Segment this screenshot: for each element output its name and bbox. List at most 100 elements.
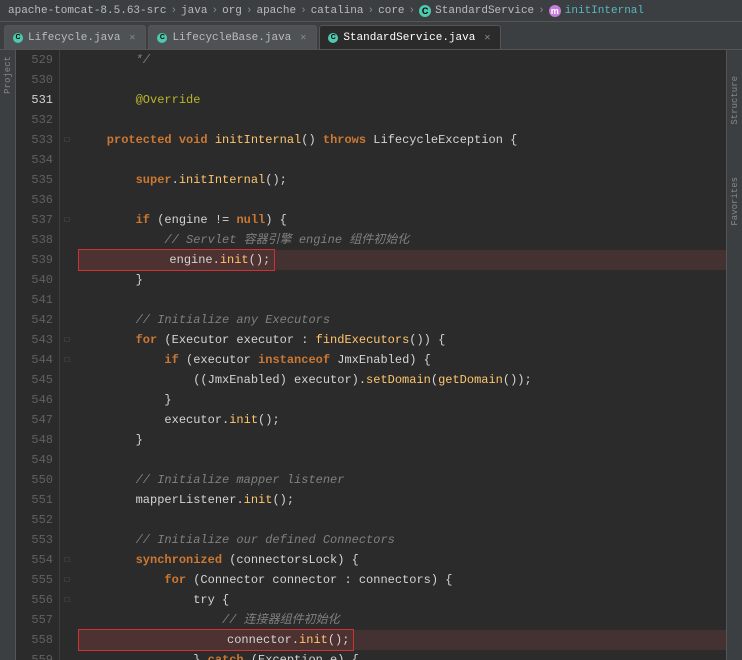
line-num-544: 544 <box>16 350 53 370</box>
line-num-538: 538 <box>16 230 53 250</box>
gutter-549 <box>60 450 74 470</box>
gutter-554: □ <box>60 550 74 570</box>
gutter-531 <box>60 90 74 110</box>
fold-icon-554[interactable]: □ <box>65 556 70 565</box>
code-line-538: // Servlet 容器引擎 engine 组件初始化 <box>78 230 726 250</box>
close-tab-lifecycle[interactable]: ✕ <box>129 32 135 44</box>
line-num-555: 555 <box>16 570 53 590</box>
close-tab-lifecyclebase[interactable]: ✕ <box>300 32 306 44</box>
code-line-550: // Initialize mapper listener <box>78 470 726 490</box>
method-icon: m <box>549 5 561 17</box>
gutter-533: □ <box>60 130 74 150</box>
tab-lifecyclebase[interactable]: C LifecycleBase.java ✕ <box>148 25 317 49</box>
line-num-531: ↑531 <box>16 90 53 110</box>
line-num-546: 546 <box>16 390 53 410</box>
gutter-530 <box>60 70 74 90</box>
code-line-540: } <box>78 270 726 290</box>
tab-label-lifecycle: Lifecycle.java <box>28 32 120 44</box>
gutter-551 <box>60 490 74 510</box>
line-num-530: 530 <box>16 70 53 90</box>
fold-icon-544[interactable]: □ <box>65 356 70 365</box>
line-num-559: 559 <box>16 650 53 660</box>
structure-tab[interactable]: Structure <box>728 70 742 131</box>
title-bar: apache-tomcat-8.5.63-src › java › org › … <box>0 0 742 22</box>
line-num-545: 545 <box>16 370 53 390</box>
gutter-536 <box>60 190 74 210</box>
fold-icon-556[interactable]: □ <box>65 596 70 605</box>
code-line-549 <box>78 450 726 470</box>
line-num-548: 548 <box>16 430 53 450</box>
line-num-557: 557 <box>16 610 53 630</box>
gutter-543: □ <box>60 330 74 350</box>
code-line-557: // 连接器组件初始化 <box>78 610 726 630</box>
fold-icon-537[interactable]: □ <box>65 216 70 225</box>
breadcrumb: apache-tomcat-8.5.63-src › java › org › … <box>8 5 644 17</box>
ide-window: apache-tomcat-8.5.63-src › java › org › … <box>0 0 742 660</box>
code-line-529: */ <box>78 50 726 70</box>
project-tab[interactable]: Project <box>1 50 15 100</box>
code-line-555: for (Connector connector : connectors) { <box>78 570 726 590</box>
code-line-531: @Override <box>78 90 726 110</box>
gutter-558 <box>60 630 74 650</box>
line-num-529: 529 <box>16 50 53 70</box>
close-tab-standardservice[interactable]: ✕ <box>484 32 490 44</box>
gutter-539 <box>60 250 74 270</box>
left-strip: Project <box>0 50 16 660</box>
gutter-546 <box>60 390 74 410</box>
breadcrumb-root: apache-tomcat-8.5.63-src <box>8 5 166 17</box>
tab-label-standardservice: StandardService.java <box>343 32 475 44</box>
line-num-552: 552 <box>16 510 53 530</box>
gutter: □ □ □ □ □ □ □ <box>60 50 74 660</box>
line-num-534: 534 <box>16 150 53 170</box>
gutter-556: □ <box>60 590 74 610</box>
code-line-556: try { <box>78 590 726 610</box>
tab-lifecycle[interactable]: C Lifecycle.java ✕ <box>4 25 146 49</box>
gutter-541 <box>60 290 74 310</box>
line-num-540: 540 <box>16 270 53 290</box>
tab-icon-lifecyclebase: C <box>157 33 167 43</box>
fold-icon-543[interactable]: □ <box>65 336 70 345</box>
code-area[interactable]: */ @Override protected void initInternal… <box>74 50 726 660</box>
gutter-548 <box>60 430 74 450</box>
line-num-535: 535 <box>16 170 53 190</box>
code-line-533: protected void initInternal() throws Lif… <box>78 130 726 150</box>
code-line-534 <box>78 150 726 170</box>
code-line-559: } catch (Exception e) { <box>78 650 726 660</box>
code-line-530 <box>78 70 726 90</box>
code-line-544: if (executor instanceof JmxEnabled) { <box>78 350 726 370</box>
tab-bar: C Lifecycle.java ✕ C LifecycleBase.java … <box>0 22 742 50</box>
line-numbers: 529530↑531532533534535536537538539540541… <box>16 50 60 660</box>
line-num-547: 547 <box>16 410 53 430</box>
gutter-534 <box>60 150 74 170</box>
fold-icon-555[interactable]: □ <box>65 576 70 585</box>
line-num-533: 533 <box>16 130 53 150</box>
line-num-558: 558 <box>16 630 53 650</box>
code-line-541 <box>78 290 726 310</box>
code-line-537: if (engine != null) { <box>78 210 726 230</box>
code-line-536 <box>78 190 726 210</box>
gutter-547 <box>60 410 74 430</box>
code-line-539: engine.init(); <box>78 250 726 270</box>
line-num-542: 542 <box>16 310 53 330</box>
line-num-543: 543 <box>16 330 53 350</box>
line-num-551: 551 <box>16 490 53 510</box>
gutter-553 <box>60 530 74 550</box>
code-line-535: super.initInternal(); <box>78 170 726 190</box>
gutter-559 <box>60 650 74 660</box>
tab-standardservice[interactable]: C StandardService.java ✕ <box>319 25 501 49</box>
line-num-539: 539 <box>16 250 53 270</box>
gutter-550 <box>60 470 74 490</box>
code-line-545: ((JmxEnabled) executor).setDomain(getDom… <box>78 370 726 390</box>
boxed-code-539: engine.init(); <box>78 249 275 271</box>
gutter-552 <box>60 510 74 530</box>
favorites-tab[interactable]: Favorites <box>728 171 742 232</box>
code-line-546: } <box>78 390 726 410</box>
code-line-558: connector.init(); <box>78 630 726 650</box>
fold-icon-533[interactable]: □ <box>65 136 70 145</box>
gutter-557 <box>60 610 74 630</box>
tab-label-lifecyclebase: LifecycleBase.java <box>172 32 291 44</box>
right-strip: Structure Favorites <box>726 50 742 660</box>
gutter-535 <box>60 170 74 190</box>
code-line-553: // Initialize our defined Connectors <box>78 530 726 550</box>
gutter-542 <box>60 310 74 330</box>
